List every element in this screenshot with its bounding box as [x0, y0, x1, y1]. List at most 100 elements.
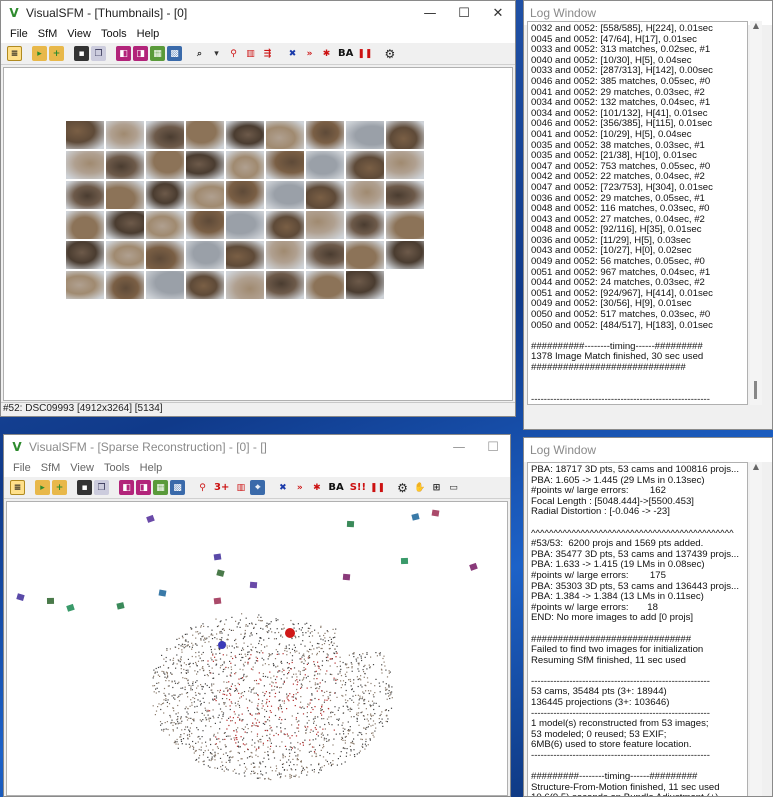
thumbnail-image[interactable]	[386, 241, 424, 269]
camera-marker[interactable]	[116, 602, 125, 610]
dropdown-arrow-icon[interactable]: ▾	[209, 46, 224, 61]
thumbnail-image[interactable]	[106, 271, 144, 299]
menu-file[interactable]: File	[8, 462, 36, 474]
thumbnail-image[interactable]	[306, 121, 344, 149]
gear-icon[interactable]: ⚙	[382, 46, 397, 61]
thumbnail-image[interactable]	[186, 241, 224, 269]
camera-marker[interactable]	[400, 557, 409, 565]
thumbnail-image[interactable]	[266, 151, 304, 179]
pause-icon[interactable]: ❚❚	[357, 46, 372, 61]
zoom-icon[interactable]: ⌕	[192, 46, 207, 61]
menu-view[interactable]: View	[65, 462, 99, 474]
thumbnail-image[interactable]	[266, 271, 304, 299]
thumbnail-image[interactable]	[226, 211, 264, 239]
close-button[interactable]: ✕	[481, 1, 515, 25]
camera-marker[interactable]	[216, 569, 225, 577]
thumbnail-image[interactable]	[266, 121, 304, 149]
thumbnail-image[interactable]	[66, 211, 104, 239]
compute-match-icon[interactable]: ▥	[233, 480, 248, 495]
thumbnail-image[interactable]	[266, 181, 304, 209]
camera-marker[interactable]	[249, 581, 258, 589]
scroll-up-icon[interactable]: ▲	[750, 462, 762, 474]
thumbnail-image[interactable]	[106, 241, 144, 269]
grid-view-icon[interactable]: ▦	[150, 46, 165, 61]
bundle-adjust-button[interactable]: BA	[336, 46, 355, 61]
sequence-match-icon[interactable]: ⇶	[260, 46, 275, 61]
thumbnail-canvas[interactable]	[3, 67, 513, 401]
thumbnail-image[interactable]	[306, 151, 344, 179]
minimize-button[interactable]: —	[442, 435, 476, 459]
open-multi-icon[interactable]: +	[52, 480, 67, 495]
thumbnail-image[interactable]	[346, 271, 384, 299]
camera-marker[interactable]	[469, 562, 478, 571]
thumbnail-image[interactable]	[346, 151, 384, 179]
menu-view[interactable]: View	[62, 28, 96, 40]
camera-marker[interactable]	[411, 513, 420, 521]
save-icon[interactable]: ▪	[77, 480, 92, 495]
match-icon[interactable]: ⚲	[195, 480, 210, 495]
dense-icon[interactable]: ✱	[309, 480, 324, 495]
title-bar[interactable]: V VisualSFM - [Sparse Reconstruction] - …	[4, 435, 510, 459]
camera-marker[interactable]	[342, 573, 351, 581]
thumbnail-image[interactable]	[386, 151, 424, 179]
thumbnail-image[interactable]	[226, 181, 264, 209]
log-scrollbar[interactable]: ▲	[750, 21, 762, 405]
run-icon[interactable]: »	[302, 46, 317, 61]
thumbnail-image[interactable]	[226, 151, 264, 179]
thumbnail-image[interactable]	[386, 121, 424, 149]
thumbnail-image[interactable]	[106, 151, 144, 179]
camera-marker[interactable]	[431, 509, 440, 517]
bundle-adjust-button[interactable]: BA	[326, 480, 345, 495]
thumbnail-image[interactable]	[266, 211, 304, 239]
scroll-up-icon[interactable]: ▲	[750, 21, 762, 33]
menu-help[interactable]: Help	[135, 462, 168, 474]
thumbnail-image[interactable]	[66, 181, 104, 209]
camera-marker[interactable]	[66, 603, 75, 612]
window-icon[interactable]: ▭	[446, 480, 461, 495]
thumbnail-image[interactable]	[106, 121, 144, 149]
thumbnail-image[interactable]	[346, 211, 384, 239]
thumbnail-image[interactable]	[146, 181, 184, 209]
log-text-area[interactable]: PBA: 18717 3D pts, 53 cams and 100816 pr…	[527, 462, 748, 796]
thumbnail-image[interactable]	[346, 181, 384, 209]
log-scrollbar[interactable]: ▲	[750, 462, 762, 796]
dense-icon[interactable]: ✱	[319, 46, 334, 61]
sparse-reconstruct-icon[interactable]: ✖	[285, 46, 300, 61]
open-folder-icon[interactable]: ▸	[32, 46, 47, 61]
pause-icon[interactable]: ❚❚	[370, 480, 385, 495]
copy-icon[interactable]: ❐	[94, 480, 109, 495]
grid-view-icon[interactable]: ▦	[153, 480, 168, 495]
log-icon[interactable]: ≡	[10, 480, 25, 495]
thumbnail-image[interactable]	[186, 151, 224, 179]
thumbnail-image[interactable]	[186, 211, 224, 239]
thumbnail-image[interactable]	[186, 181, 224, 209]
thumbnail-image[interactable]	[66, 151, 104, 179]
thumbnail-image[interactable]	[66, 121, 104, 149]
thumbnail-image[interactable]	[146, 241, 184, 269]
thumbnail-image[interactable]	[186, 121, 224, 149]
log-text-area[interactable]: 0032 and 0052: [558/585], H[224], 0.01se…	[527, 21, 748, 405]
sh-button[interactable]: S!!	[348, 480, 368, 495]
minimize-button[interactable]: —	[413, 1, 447, 25]
menu-tools[interactable]: Tools	[96, 28, 132, 40]
thumbnail-image[interactable]	[266, 241, 304, 269]
maximize-button[interactable]: ☐	[447, 1, 481, 25]
thumbnail-image[interactable]	[306, 211, 344, 239]
gear-icon[interactable]: ⚙	[395, 480, 410, 495]
pair-view-icon[interactable]: ◧	[119, 480, 134, 495]
hand-icon[interactable]: ✋	[412, 480, 427, 495]
thumbnail-image[interactable]	[186, 271, 224, 299]
save-icon[interactable]: ▪	[74, 46, 89, 61]
thumbnail-image[interactable]	[226, 121, 264, 149]
menu-help[interactable]: Help	[132, 28, 165, 40]
log-title-bar[interactable]: Log Window	[524, 438, 772, 462]
thumbnail-image[interactable]	[386, 211, 424, 239]
sparse-reconstruct-icon[interactable]: ✖	[275, 480, 290, 495]
camera-marker[interactable]	[213, 553, 222, 561]
thumbnail-image[interactable]	[346, 121, 384, 149]
menu-sfm[interactable]: SfM	[33, 28, 63, 40]
thumbnail-image[interactable]	[306, 241, 344, 269]
thumbnail-image[interactable]	[226, 241, 264, 269]
thumbnail-image[interactable]	[106, 181, 144, 209]
pair-match-icon[interactable]: ◨	[136, 480, 151, 495]
